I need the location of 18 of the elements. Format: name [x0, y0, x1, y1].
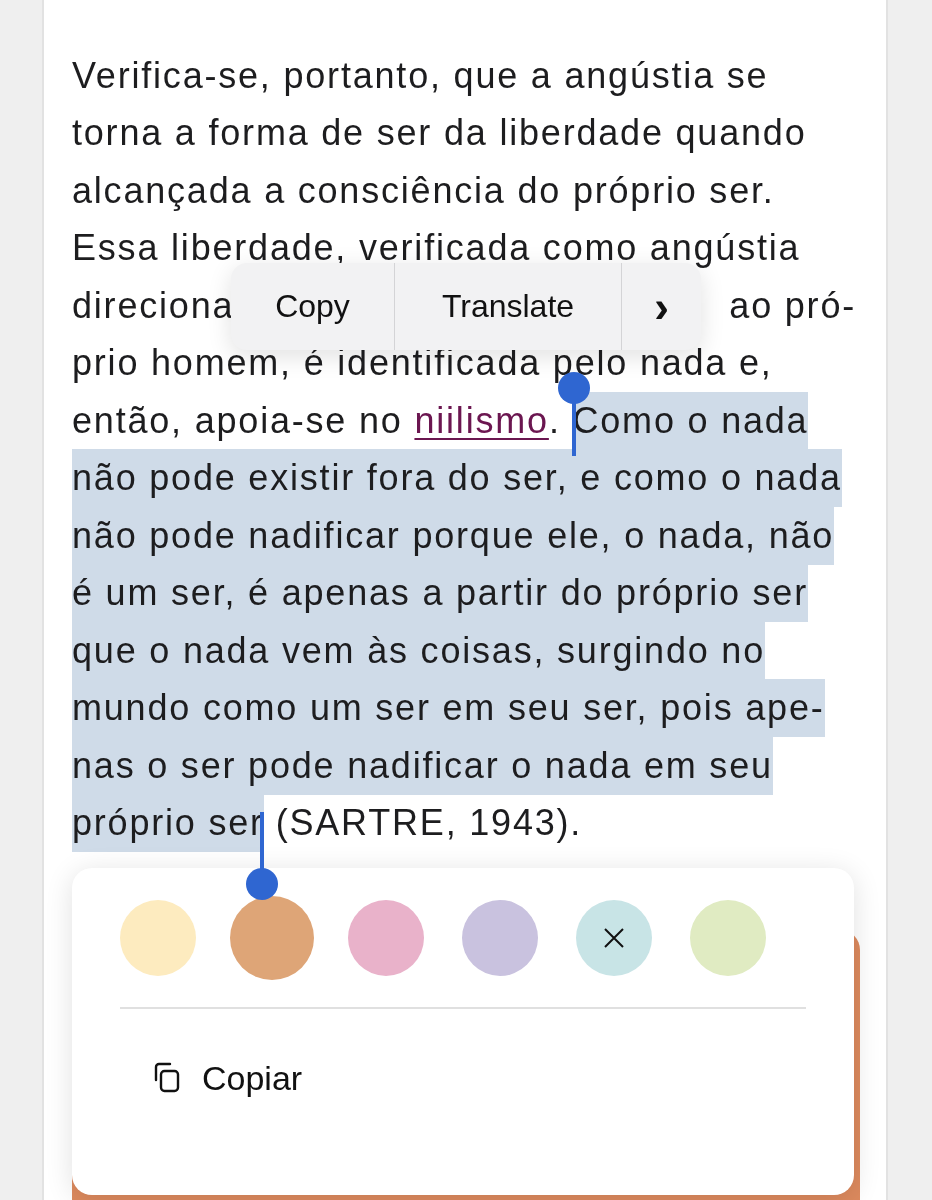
- paragraph-text: próprio ser: [72, 794, 264, 853]
- paragraph-text: (SARTRE, 1943).: [274, 802, 583, 845]
- paragraph-text: ao pró-: [729, 284, 856, 327]
- edit-menu-button[interactable]: Translate: [395, 263, 621, 350]
- paragraph-text: nas o ser pode nadificar o nada em seu: [72, 736, 773, 795]
- paragraph-text: que o nada vem às coisas, surgindo no: [72, 621, 765, 680]
- paragraph-text: então, apoia-se no: [72, 399, 404, 442]
- close-icon: [603, 926, 625, 949]
- paragraph-text: mundo como um ser em seu ser, pois ape-: [72, 679, 825, 738]
- paragraph-text: não pode existir fora do ser, e como o nada: [72, 449, 842, 508]
- paragraph-text: não pode nadificar porque ele, o nada, não: [72, 506, 835, 565]
- paragraph-text: alcançada a consciência do próprio ser.: [72, 169, 775, 212]
- paragraph-text: Verifica-se, portanto, que a angústia se: [72, 54, 769, 97]
- paragraph-text: é um ser, é apenas a partir do próprio ser: [72, 564, 808, 623]
- paragraph-text: torna a forma de ser da liberdade quando: [72, 112, 807, 155]
- popup-action-button[interactable]: Copiar: [148, 1059, 303, 1098]
- link[interactable]: niilismo: [414, 399, 549, 442]
- paragraph-text: .: [548, 399, 562, 442]
